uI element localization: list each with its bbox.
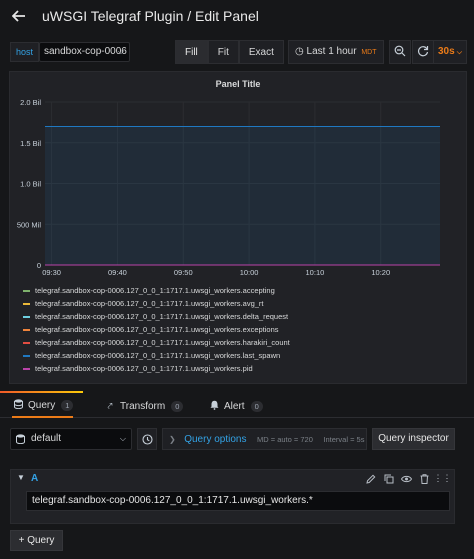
legend-item[interactable]: telegraf.sandbox-cop-0006.127_0_0_1:1717… <box>23 284 453 297</box>
tab-alert[interactable]: Alert 0 <box>208 394 263 418</box>
query-header[interactable]: ▼ A ⋮⋮ <box>11 470 454 488</box>
y-tick-label: 1.0 Bil <box>20 180 41 189</box>
add-query-button[interactable]: + Query <box>10 530 63 551</box>
editor-tabs: Query 1 ⤤ Transform 0 Alert 0 <box>0 391 474 418</box>
timezone-label: MDT <box>361 49 377 56</box>
fit-button[interactable]: Fit <box>207 40 239 64</box>
refresh-icon <box>417 45 429 60</box>
exact-button[interactable]: Exact <box>238 40 284 64</box>
duplicate-icon[interactable] <box>382 472 395 485</box>
legend-label: telegraf.sandbox-cop-0006.127_0_0_1:1717… <box>35 364 253 373</box>
datasource-select[interactable]: default ⌵ <box>10 428 132 450</box>
edit-icon[interactable] <box>364 472 377 485</box>
legend-swatch <box>23 328 30 331</box>
legend-label: telegraf.sandbox-cop-0006.127_0_0_1:1717… <box>35 286 275 295</box>
x-tick-label: 09:30 <box>42 268 61 277</box>
legend-item[interactable]: telegraf.sandbox-cop-0006.127_0_0_1:1717… <box>23 362 453 375</box>
time-range-picker[interactable]: ◷ Last 1 hour MDT ⌵ <box>288 40 384 79</box>
tab-transform-count: 0 <box>171 400 184 412</box>
tab-transform[interactable]: ⤤ Transform 0 <box>104 394 184 418</box>
x-tick-label: 09:50 <box>174 268 193 277</box>
database-icon <box>12 399 24 411</box>
query-options[interactable]: ❯ Query options MD = auto = 720 Interval… <box>162 428 367 450</box>
query-inspector-button[interactable]: Query inspector <box>372 428 455 450</box>
legend-label: telegraf.sandbox-cop-0006.127_0_0_1:1717… <box>35 299 264 308</box>
legend-swatch <box>23 302 30 305</box>
tab-alert-count: 0 <box>250 400 263 412</box>
y-tick-label: 0 <box>37 261 41 270</box>
tab-query-label: Query <box>28 399 56 411</box>
bell-icon <box>208 400 220 412</box>
tab-query[interactable]: Query 1 <box>0 391 84 418</box>
legend-label: telegraf.sandbox-cop-0006.127_0_0_1:1717… <box>35 312 289 321</box>
refresh-interval-value: 30s <box>438 46 455 57</box>
graph-legend: telegraf.sandbox-cop-0006.127_0_0_1:1717… <box>23 284 453 375</box>
datasource-value: default <box>31 433 62 444</box>
chevron-down-icon: ⌵ <box>119 434 126 443</box>
query-ref-id: A <box>31 473 39 484</box>
legend-swatch <box>23 289 30 292</box>
series-area <box>45 126 440 265</box>
trash-icon[interactable] <box>418 472 431 485</box>
time-range-label: Last 1 hour <box>306 46 357 57</box>
drag-handle-icon[interactable]: ⋮⋮ <box>434 472 452 485</box>
toolbar: host sandbox-cop-0006 ⌵ Fill Fit Exact ◷… <box>0 40 474 79</box>
zoom-out-button[interactable] <box>389 40 411 64</box>
view-mode-group: Fill Fit Exact <box>175 40 284 64</box>
legend-item[interactable]: telegraf.sandbox-cop-0006.127_0_0_1:1717… <box>23 323 453 336</box>
query-history-button[interactable] <box>137 428 157 450</box>
y-tick-label: 2.0 Bil <box>20 98 41 107</box>
clock-icon: ◷ <box>295 46 304 57</box>
x-tick-label: 10:20 <box>371 268 390 277</box>
refresh-button[interactable] <box>412 40 434 64</box>
legend-label: telegraf.sandbox-cop-0006.127_0_0_1:1717… <box>35 351 281 360</box>
legend-item[interactable]: telegraf.sandbox-cop-0006.127_0_0_1:1717… <box>23 349 453 362</box>
tab-transform-label: Transform <box>120 400 166 412</box>
legend-swatch <box>23 341 30 344</box>
interval-info: Interval = 5s <box>323 435 365 444</box>
legend-swatch <box>23 354 30 357</box>
legend-item[interactable]: telegraf.sandbox-cop-0006.127_0_0_1:1717… <box>23 297 453 310</box>
query-input[interactable]: telegraf.sandbox-cop-0006.127_0_0_1:1717… <box>26 491 450 511</box>
chevron-right-icon: ❯ <box>169 435 176 444</box>
page-title: uWSGI Telegraf Plugin / Edit Panel <box>42 8 259 24</box>
x-tick-label: 09:40 <box>108 268 127 277</box>
transform-icon: ⤤ <box>107 400 113 411</box>
host-select-value: sandbox-cop-0006 <box>44 46 127 57</box>
max-datapoints-info: MD = auto = 720 <box>257 435 313 444</box>
fill-button[interactable]: Fill <box>175 40 208 64</box>
y-tick-label: 500 Mil <box>17 220 42 229</box>
x-tick-label: 10:00 <box>240 268 259 277</box>
graph-chart[interactable]: 0 500 Mil 1.0 Bil 1.5 Bil 2.0 Bil 09:30 09:40 0… <box>10 72 468 282</box>
add-query-label: Query <box>27 535 55 546</box>
chevron-down-icon: ⌵ <box>117 47 124 56</box>
host-select[interactable]: sandbox-cop-0006 ⌵ <box>39 42 130 62</box>
y-tick-label: 1.5 Bil <box>20 139 41 148</box>
plus-icon: + <box>18 535 25 546</box>
clock-icon <box>141 433 153 445</box>
legend-item[interactable]: telegraf.sandbox-cop-0006.127_0_0_1:1717… <box>23 336 453 349</box>
zoom-out-icon <box>394 45 406 60</box>
graph-panel: Panel Title 0 500 Mil 1.0 Bil 1.5 Bil 2.0 Bi… <box>9 71 467 384</box>
query-toolbar: default ⌵ ❯ Query options MD = auto = 72… <box>0 428 474 450</box>
legend-label: telegraf.sandbox-cop-0006.127_0_0_1:1717… <box>35 338 290 347</box>
legend-swatch <box>23 367 30 370</box>
collapse-caret-icon[interactable]: ▼ <box>17 473 25 482</box>
tab-query-count: 1 <box>61 399 74 411</box>
x-tick-label: 10:10 <box>306 268 325 277</box>
variable-label: host <box>10 42 40 62</box>
top-bar: uWSGI Telegraf Plugin / Edit Panel <box>0 0 474 32</box>
legend-item[interactable]: telegraf.sandbox-cop-0006.127_0_0_1:1717… <box>23 310 453 323</box>
query-actions: ⋮⋮ <box>364 472 452 485</box>
datasource-icon <box>16 434 25 444</box>
refresh-interval-select[interactable]: 30s ⌵ <box>433 40 467 64</box>
chevron-down-icon: ⌵ <box>456 49 462 56</box>
eye-icon[interactable] <box>400 472 413 485</box>
query-editor: ▼ A ⋮⋮ telegraf.sandbox-cop-0006.127_0_0… <box>10 469 455 524</box>
tab-alert-label: Alert <box>224 400 245 412</box>
query-options-label: Query options <box>184 434 247 445</box>
back-arrow-icon[interactable] <box>12 9 26 23</box>
legend-label: telegraf.sandbox-cop-0006.127_0_0_1:1717… <box>35 325 279 334</box>
legend-swatch <box>23 315 30 318</box>
